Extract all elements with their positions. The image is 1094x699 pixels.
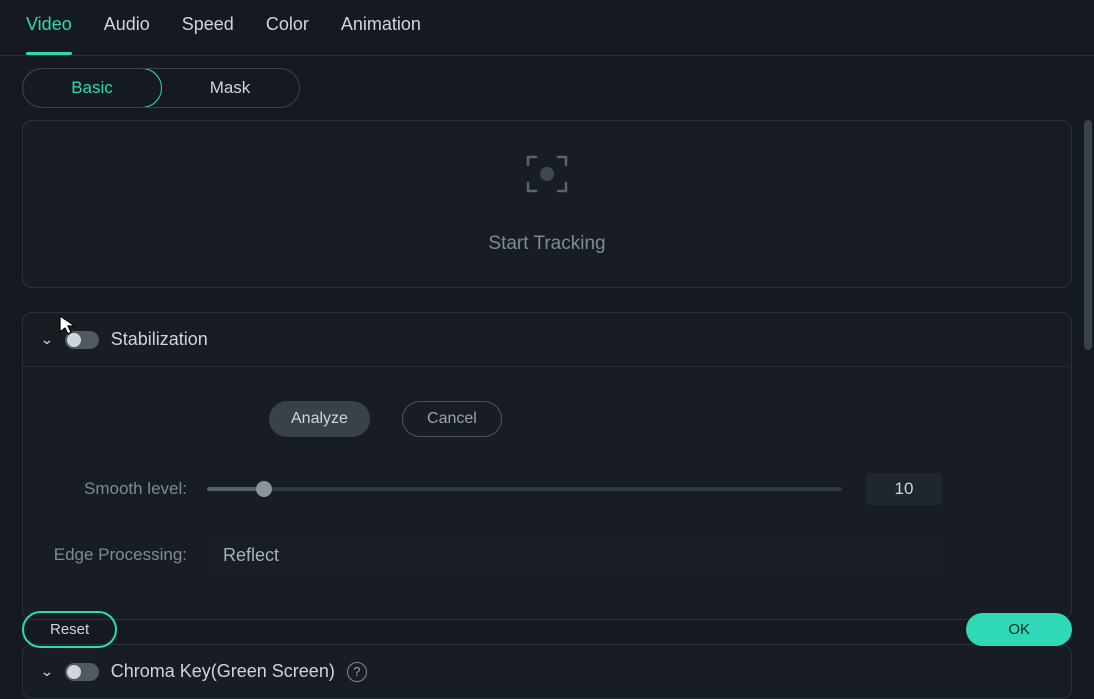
top-tabs: Video Audio Speed Color Animation	[0, 0, 1094, 56]
stabilization-header: ⌄ Stabilization	[23, 313, 1071, 367]
analyze-button[interactable]: Analyze	[269, 401, 370, 437]
tab-audio[interactable]: Audio	[104, 14, 150, 55]
tab-speed[interactable]: Speed	[182, 14, 234, 55]
chevron-down-icon[interactable]: ⌄	[40, 331, 54, 348]
chroma-key-title: Chroma Key(Green Screen)	[111, 661, 335, 682]
tab-animation[interactable]: Animation	[341, 14, 421, 55]
ok-button[interactable]: OK	[966, 613, 1072, 646]
stabilization-panel: ⌄ Stabilization Analyze Cancel Smooth le…	[22, 312, 1072, 620]
smooth-level-label: Smooth level:	[47, 479, 207, 499]
sub-tab-bar: Basic Mask	[0, 56, 1094, 120]
tracking-target-icon[interactable]	[524, 151, 570, 197]
start-tracking-label[interactable]: Start Tracking	[488, 233, 605, 255]
smooth-level-slider[interactable]	[207, 487, 842, 491]
scrollbar-thumb[interactable]	[1084, 120, 1092, 350]
subtab-basic[interactable]: Basic	[22, 68, 162, 108]
tab-color[interactable]: Color	[266, 14, 309, 55]
edge-processing-select[interactable]: Reflect	[207, 535, 942, 575]
stabilization-title: Stabilization	[111, 329, 208, 350]
chroma-key-panel: ⌄ Chroma Key(Green Screen) ?	[22, 644, 1072, 699]
cancel-button[interactable]: Cancel	[402, 401, 502, 437]
footer-bar: Reset OK	[0, 611, 1094, 648]
chevron-down-icon[interactable]: ⌄	[40, 663, 54, 680]
chroma-key-toggle[interactable]	[65, 663, 99, 681]
reset-button[interactable]: Reset	[22, 611, 117, 648]
motion-tracking-panel: Start Tracking	[22, 120, 1072, 288]
edge-processing-label: Edge Processing:	[47, 545, 207, 565]
stabilization-toggle[interactable]	[65, 331, 99, 349]
slider-thumb[interactable]	[256, 481, 272, 497]
tab-video[interactable]: Video	[26, 14, 72, 55]
subtab-mask[interactable]: Mask	[161, 69, 299, 107]
stabilization-body: Analyze Cancel Smooth level: 10 Edge Pro…	[23, 367, 1071, 619]
chroma-key-header: ⌄ Chroma Key(Green Screen) ?	[23, 645, 1071, 698]
smooth-level-value[interactable]: 10	[866, 473, 942, 505]
help-icon[interactable]: ?	[347, 662, 367, 682]
